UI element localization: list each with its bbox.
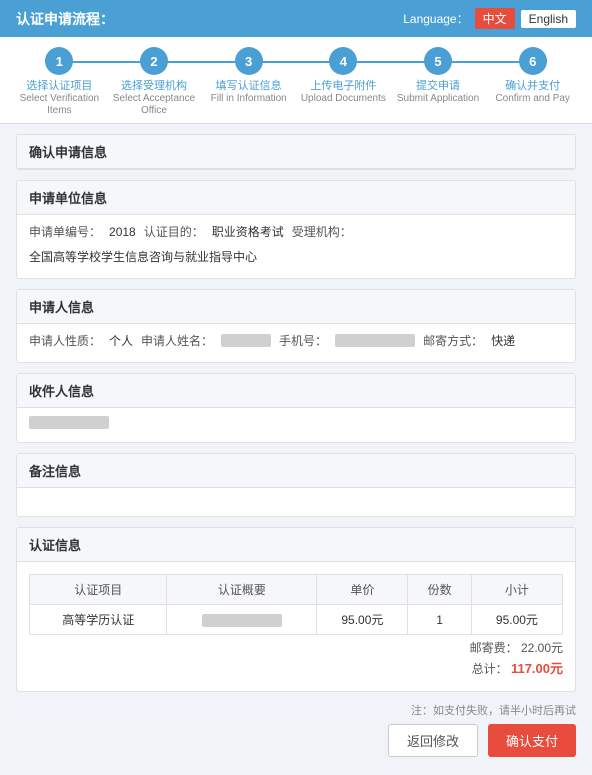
apply-unit-card: 申请单位信息 申请单编号： 2018 认证目的： 职业资格考试 受理机构： 全国…	[16, 180, 576, 279]
office-value: 全国高等学校学生信息咨询与就业指导中心	[29, 248, 257, 265]
step-en-1: Select Verification Items	[12, 93, 107, 117]
totals-area: 邮寄费： 22.00元 总计： 117.00元	[29, 635, 563, 683]
step-circle-2: 2	[140, 47, 168, 75]
col-subtotal: 小计	[471, 575, 562, 605]
step-circle-6: 6	[519, 47, 547, 75]
confirm-button[interactable]: 确认支付	[488, 724, 576, 757]
step-en-5: Submit Application	[397, 93, 479, 105]
steps-container: 1 选择认证项目 Select Verification Items 2 选择受…	[0, 37, 592, 124]
total-row: 总计： 117.00元	[29, 658, 563, 677]
row-quantity: 1	[408, 605, 471, 635]
cert-table-body: 认证项目 认证概要 单价 份数 小计 高等学历认证 95.00元 1 95.00…	[17, 562, 575, 691]
step-item-3: 3 填写认证信息 Fill in Information	[201, 47, 296, 105]
step-cn-2: 选择受理机构	[121, 79, 187, 93]
postage-label: 邮寄费：	[470, 641, 518, 655]
step-en-6: Confirm and Pay	[495, 93, 569, 105]
order-value: 2018	[109, 225, 136, 239]
row-summary	[167, 605, 317, 635]
note-text: 注：如支付失败，请半小时后再试	[16, 702, 576, 718]
applicant-row: 申请人性质： 个人 申请人姓名： 手机号： 邮寄方式： 快递	[29, 332, 563, 349]
table-header-row: 认证项目 认证概要 单价 份数 小计	[30, 575, 563, 605]
certification-table: 认证项目 认证概要 单价 份数 小计 高等学历认证 95.00元 1 95.00…	[29, 574, 563, 635]
step-item-1: 1 选择认证项目 Select Verification Items	[12, 47, 107, 117]
step-en-3: Fill in Information	[211, 93, 287, 105]
step-item-4: 4 上传电子附件 Upload Documents	[296, 47, 391, 105]
step-circle-4: 4	[329, 47, 357, 75]
cert-table-title: 认证信息	[17, 528, 575, 562]
type-label: 申请人性质：	[29, 332, 101, 349]
step-circle-1: 1	[45, 47, 73, 75]
apply-unit-body: 申请单编号： 2018 认证目的： 职业资格考试 受理机构： 全国高等学校学生信…	[17, 215, 575, 278]
apply-unit-title: 申请单位信息	[17, 181, 575, 215]
row-subtotal: 95.00元	[471, 605, 562, 635]
step-circle-3: 3	[235, 47, 263, 75]
row-unit-price: 95.00元	[317, 605, 408, 635]
cert-purpose-label: 认证目的：	[144, 223, 204, 240]
summary-blurred	[202, 614, 282, 627]
postage-row: 邮寄费： 22.00元	[29, 639, 563, 656]
applicant-body: 申请人性质： 个人 申请人姓名： 手机号： 邮寄方式： 快递	[17, 324, 575, 362]
step-circle-5: 5	[424, 47, 452, 75]
top-bar: 认证申请流程： Language： 中文 English	[0, 0, 592, 37]
total-value: 117.00元	[511, 661, 563, 676]
address-label: 邮寄方式：	[423, 332, 483, 349]
remark-title: 备注信息	[17, 454, 575, 488]
step-item-6: 6 确认并支付 Confirm and Pay	[485, 47, 580, 105]
remark-card: 备注信息	[16, 453, 576, 517]
col-unit-price: 单价	[317, 575, 408, 605]
cert-table-card: 认证信息 认证项目 认证概要 单价 份数 小计 高等学历认证	[16, 527, 576, 692]
recipient-card: 收件人信息	[16, 373, 576, 443]
col-quantity: 份数	[408, 575, 471, 605]
step-en-2: Select Acceptance Office	[107, 93, 202, 117]
language-switcher: Language： 中文 English	[403, 8, 576, 29]
confirm-header-card: 确认申请信息	[16, 134, 576, 170]
row-project: 高等学历认证	[30, 605, 167, 635]
col-project: 认证项目	[30, 575, 167, 605]
phone-label: 手机号：	[279, 332, 327, 349]
step-cn-5: 提交申请	[416, 79, 460, 93]
lang-cn-button[interactable]: 中文	[475, 8, 515, 29]
confirm-section-title: 确认申请信息	[17, 135, 575, 169]
table-row: 高等学历认证 95.00元 1 95.00元	[30, 605, 563, 635]
applicant-title: 申请人信息	[17, 290, 575, 324]
name-value-blurred	[221, 334, 271, 347]
page-title: 认证申请流程：	[16, 9, 114, 29]
col-summary: 认证概要	[167, 575, 317, 605]
step-en-4: Upload Documents	[301, 93, 386, 105]
step-cn-3: 填写认证信息	[216, 79, 282, 93]
step-item-2: 2 选择受理机构 Select Acceptance Office	[107, 47, 202, 117]
remark-body	[17, 488, 575, 516]
steps-row: 1 选择认证项目 Select Verification Items 2 选择受…	[12, 47, 580, 117]
phone-value-blurred	[335, 334, 415, 347]
language-label: Language：	[403, 10, 468, 27]
step-cn-1: 选择认证项目	[26, 79, 92, 93]
office-label: 受理机构：	[292, 223, 352, 240]
cert-purpose-value: 职业资格考试	[212, 223, 284, 240]
type-value: 个人	[109, 332, 133, 349]
recipient-value-blurred	[29, 416, 109, 429]
recipient-row	[29, 416, 563, 429]
recipient-title: 收件人信息	[17, 374, 575, 408]
step-cn-4: 上传电子附件	[310, 79, 376, 93]
applicant-card: 申请人信息 申请人性质： 个人 申请人姓名： 手机号： 邮寄方式： 快递	[16, 289, 576, 363]
step-cn-6: 确认并支付	[505, 79, 560, 93]
main-content: 确认申请信息 申请单位信息 申请单编号： 2018 认证目的： 职业资格考试 受…	[0, 124, 592, 775]
total-label: 总计：	[472, 662, 508, 676]
name-label: 申请人姓名：	[141, 332, 213, 349]
order-label: 申请单编号：	[29, 223, 101, 240]
step-item-5: 5 提交申请 Submit Application	[391, 47, 486, 105]
recipient-body	[17, 408, 575, 442]
order-row: 申请单编号： 2018 认证目的： 职业资格考试 受理机构： 全国高等学校学生信…	[29, 223, 563, 265]
back-button[interactable]: 返回修改	[388, 724, 478, 757]
lang-en-button[interactable]: English	[521, 10, 576, 28]
address-value: 快递	[491, 332, 515, 349]
postage-value: 22.00元	[521, 641, 563, 655]
btn-row: 返回修改 确认支付	[16, 724, 576, 765]
